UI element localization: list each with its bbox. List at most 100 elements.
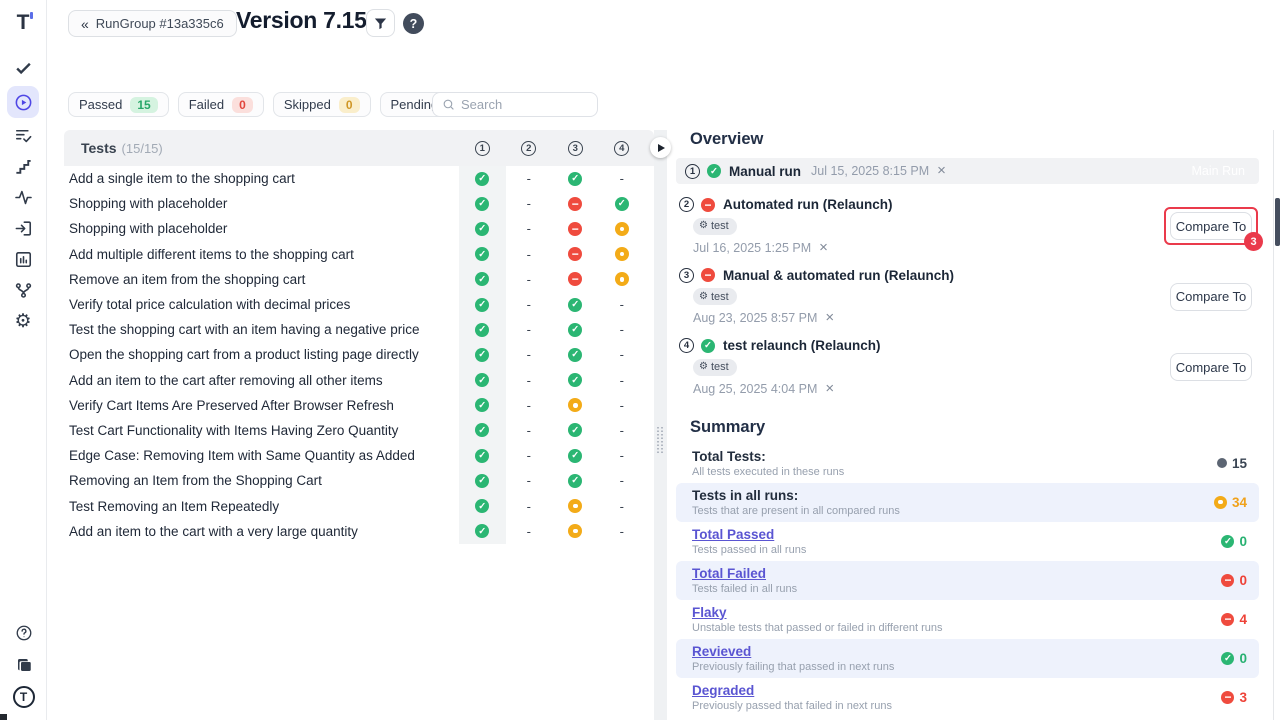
run-tag-label: test <box>711 291 729 303</box>
sidebar-item-pulse[interactable] <box>7 182 39 213</box>
run-column-header-1[interactable]: 1 <box>459 130 506 166</box>
compare-to-button[interactable]: Compare To <box>1170 353 1252 381</box>
filter-chip-skipped[interactable]: Skipped0 <box>273 92 371 117</box>
summary-label: Total Tests: <box>692 449 844 464</box>
sidebar-item-check[interactable] <box>7 53 39 84</box>
table-row[interactable]: Verify Cart Items Are Preserved After Br… <box>64 393 654 418</box>
filter-chip-failed[interactable]: Failed0 <box>178 92 264 117</box>
table-row[interactable]: Verify total price calculation with deci… <box>64 292 654 317</box>
sidebar-item-help[interactable] <box>8 622 40 644</box>
test-status-cell: ✓ <box>459 166 506 191</box>
test-status-cell: - <box>599 468 646 493</box>
summary-link[interactable]: Total Failed <box>692 566 797 581</box>
test-status-cell: ✓ <box>459 191 506 216</box>
sidebar-item-gear[interactable]: ⚙ <box>7 306 39 337</box>
close-icon[interactable]: × <box>937 164 946 178</box>
sidebar-item-brand[interactable]: T <box>8 686 40 708</box>
table-row[interactable]: Add a single item to the shopping cart✓-… <box>64 166 654 191</box>
test-status-cells: ✓-− <box>459 216 645 241</box>
run-tag[interactable]: ⚙test <box>693 359 737 376</box>
sidebar-item-play-circle[interactable] <box>7 86 39 118</box>
test-status-cell: - <box>506 242 553 267</box>
table-row[interactable]: Shopping with placeholder✓-− <box>64 216 654 241</box>
summary-link[interactable]: Total Passed <box>692 527 806 542</box>
tests-table-header: Tests (15/15) 1234 <box>64 130 654 166</box>
run-column-headers: 1 2 34 <box>459 130 645 166</box>
summary-count: 0 <box>1239 573 1247 588</box>
table-row[interactable]: Open the shopping cart from a product li… <box>64 342 654 367</box>
status-passed-icon: ✓ <box>475 373 489 387</box>
table-row[interactable]: Test Removing an Item Repeatedly✓-- <box>64 493 654 518</box>
status-passed-icon: ✓ <box>475 323 489 337</box>
skipped-dot <box>620 227 625 232</box>
circled-number-icon: 2 <box>521 141 536 156</box>
summary-link[interactable]: Flaky <box>692 605 943 620</box>
status-skipped-icon <box>568 398 582 412</box>
sidebar-item-import[interactable] <box>7 213 39 244</box>
compare-to-button[interactable]: Compare To <box>1170 212 1252 240</box>
sidebar-item-docs[interactable] <box>8 654 40 676</box>
run-date-row: Aug 25, 2025 4:04 PM× <box>693 382 1259 396</box>
status-skipped-icon <box>615 222 629 236</box>
run-column-header-4[interactable]: 4 <box>599 130 646 166</box>
run-tag[interactable]: ⚙test <box>693 218 737 235</box>
table-row[interactable]: Remove an item from the shopping cart✓-− <box>64 267 654 292</box>
overview-main-run[interactable]: 1✓Manual runJul 15, 2025 8:15 PM×Main Ru… <box>676 158 1259 184</box>
test-status-cell <box>599 242 646 267</box>
test-status-cells: ✓-✓- <box>459 418 645 443</box>
scrollbar-thumb[interactable] <box>1275 198 1280 246</box>
panel-divider[interactable] <box>654 130 667 720</box>
compare-to-button[interactable]: Compare To <box>1170 283 1252 311</box>
test-name: Verify Cart Items Are Preserved After Br… <box>69 398 394 413</box>
circled-number-icon: 1 <box>475 141 490 156</box>
status-passed-icon: ✓ <box>568 423 582 437</box>
sidebar-item-chart[interactable] <box>7 244 39 275</box>
check-icon <box>14 59 33 78</box>
test-status-cell <box>599 267 646 292</box>
table-row[interactable]: Add an item to the cart with a very larg… <box>64 519 654 544</box>
table-row[interactable]: Test the shopping cart with an item havi… <box>64 317 654 342</box>
search-input[interactable] <box>461 97 581 112</box>
status-passed-icon: ✓ <box>475 298 489 312</box>
list-check-icon <box>14 126 33 145</box>
test-status-cell: ✓ <box>459 443 506 468</box>
table-row[interactable]: Removing an Item from the Shopping Cart✓… <box>64 468 654 493</box>
test-status-cell: ✓ <box>459 242 506 267</box>
test-status-cells: ✓-- <box>459 393 645 418</box>
close-icon[interactable]: × <box>825 382 834 396</box>
summary-link[interactable]: Degraded <box>692 683 892 698</box>
rungroup-back-button[interactable]: « RunGroup #13a335c6 <box>68 10 237 37</box>
sidebar-item-branch[interactable] <box>7 275 39 306</box>
table-row[interactable]: Test Cart Functionality with Items Havin… <box>64 418 654 443</box>
sidebar-item-list-check[interactable] <box>7 120 39 151</box>
close-icon[interactable]: × <box>825 311 834 325</box>
summary-rows: Total Tests:All tests executed in these … <box>676 444 1259 717</box>
filter-button[interactable] <box>366 9 395 37</box>
test-status-cell: ✓ <box>459 342 506 367</box>
panel-collapse-button[interactable] <box>650 137 671 158</box>
panel-drag-handle[interactable] <box>656 426 664 454</box>
run-column-header-2[interactable]: 2 <box>506 130 553 166</box>
table-row[interactable]: Shopping with placeholder✓-−✓ <box>64 191 654 216</box>
status-none-icon: - <box>522 499 536 513</box>
summary-title: Summary <box>690 418 1259 437</box>
help-button[interactable]: ? <box>403 13 424 34</box>
table-row[interactable]: Add multiple different items to the shop… <box>64 242 654 267</box>
close-icon[interactable]: × <box>819 241 828 255</box>
sidebar-item-stairs[interactable] <box>7 151 39 182</box>
test-status-cell: ✓ <box>459 368 506 393</box>
status-skipped-icon <box>1214 496 1227 509</box>
summary-link[interactable]: Revieved <box>692 644 894 659</box>
filter-chip-passed[interactable]: Passed15 <box>68 92 169 117</box>
summary-count: 4 <box>1239 612 1247 627</box>
app-logo[interactable]: T <box>17 10 30 36</box>
test-name: Removing an Item from the Shopping Cart <box>69 473 322 488</box>
table-row[interactable]: Edge Case: Removing Item with Same Quant… <box>64 443 654 468</box>
table-row[interactable]: Add an item to the cart after removing a… <box>64 368 654 393</box>
chevron-right-icon <box>658 144 665 152</box>
main-run-label: Main Run <box>1192 164 1246 178</box>
run-tag[interactable]: ⚙test <box>693 288 737 305</box>
status-none-icon: - <box>522 474 536 488</box>
status-passed-icon: ✓ <box>568 298 582 312</box>
run-column-header-3[interactable]: 3 <box>552 130 599 166</box>
